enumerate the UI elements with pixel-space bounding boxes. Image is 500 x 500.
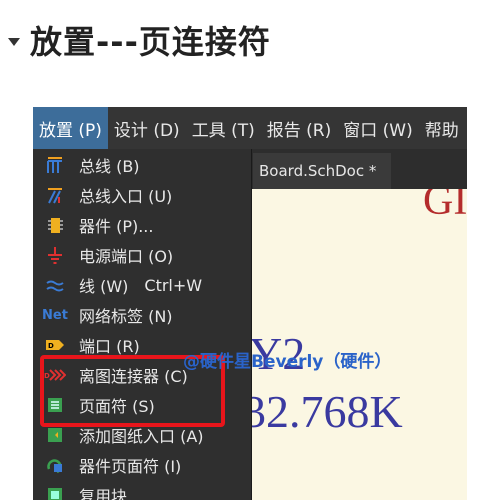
menu-item-wire[interactable]: 线 (W) Ctrl+W xyxy=(33,270,251,300)
menu-help[interactable]: 帮助 xyxy=(419,107,465,149)
svg-text:D: D xyxy=(48,342,54,350)
menu-item-label: 网络标签 (N) xyxy=(79,307,173,326)
wire-icon xyxy=(43,274,67,296)
bus-icon xyxy=(43,154,67,176)
net-label-icon: Net xyxy=(42,307,68,323)
menu-item-net-label[interactable]: Net 网络标签 (N) xyxy=(33,300,251,330)
heading-text: 放置---页连接符 xyxy=(30,23,271,61)
menu-item-label: 端口 (R) xyxy=(79,337,140,356)
menu-bar: 放置 (P) 设计 (D) 工具 (T) 报告 (R) 窗口 (W) 帮助 xyxy=(33,107,467,149)
menu-item-device-sheet[interactable]: 器件页面符 (I) xyxy=(33,450,251,480)
collapse-triangle-icon[interactable] xyxy=(8,38,20,46)
place-dropdown-menu: 总线 (B) 总线入口 (U) 器件 (P)... 电源端口 (O) 线 (W) xyxy=(33,144,252,500)
schematic-canvas[interactable]: GI Y2 32.768K xyxy=(251,189,467,500)
menu-item-label: 器件 (P)... xyxy=(79,217,154,236)
menu-item-label: 复用块... xyxy=(79,487,143,500)
menu-item-label: 器件页面符 (I) xyxy=(79,457,182,476)
device-sheet-icon xyxy=(43,454,67,476)
menu-design[interactable]: 设计 (D) xyxy=(108,107,186,149)
schematic-text-gi: GI xyxy=(423,189,467,224)
menu-place[interactable]: 放置 (P) xyxy=(33,107,108,149)
menu-item-power-port[interactable]: 电源端口 (O) xyxy=(33,240,251,270)
menu-item-label: 电源端口 (O) xyxy=(79,247,174,266)
bus-entry-icon xyxy=(43,184,67,206)
menu-item-part[interactable]: 器件 (P)... xyxy=(33,210,251,240)
menu-item-reuse-block[interactable]: 复用块... xyxy=(33,480,251,500)
menu-item-bus-entry[interactable]: 总线入口 (U) xyxy=(33,180,251,210)
app-screenshot: Board.SchDoc * GI Y2 32.768K 总线 (B) 总线入口… xyxy=(33,107,467,500)
menu-tools[interactable]: 工具 (T) xyxy=(186,107,261,149)
menu-item-label: 线 (W) xyxy=(79,277,129,296)
menu-item-bus[interactable]: 总线 (B) xyxy=(33,150,251,180)
power-port-icon xyxy=(43,244,67,266)
sheet-entry-icon xyxy=(43,424,67,446)
tab-board-schdoc[interactable]: Board.SchDoc * xyxy=(253,153,391,189)
part-icon xyxy=(43,214,67,236)
menu-item-shortcut: Ctrl+W xyxy=(144,275,203,295)
schematic-text-frequency: 32.768K xyxy=(251,386,403,437)
reuse-block-icon xyxy=(43,484,67,500)
menu-window[interactable]: 窗口 (W) xyxy=(337,107,418,149)
watermark-text: @硬件星Beverly（硬件） xyxy=(183,352,392,372)
menu-item-label: 总线入口 (U) xyxy=(79,187,173,206)
section-heading: 放置---页连接符 xyxy=(8,10,271,70)
menu-item-label: 总线 (B) xyxy=(79,157,140,176)
port-icon: D xyxy=(43,334,67,356)
tab-bar: Board.SchDoc * xyxy=(251,149,467,189)
menu-reports[interactable]: 报告 (R) xyxy=(261,107,337,149)
